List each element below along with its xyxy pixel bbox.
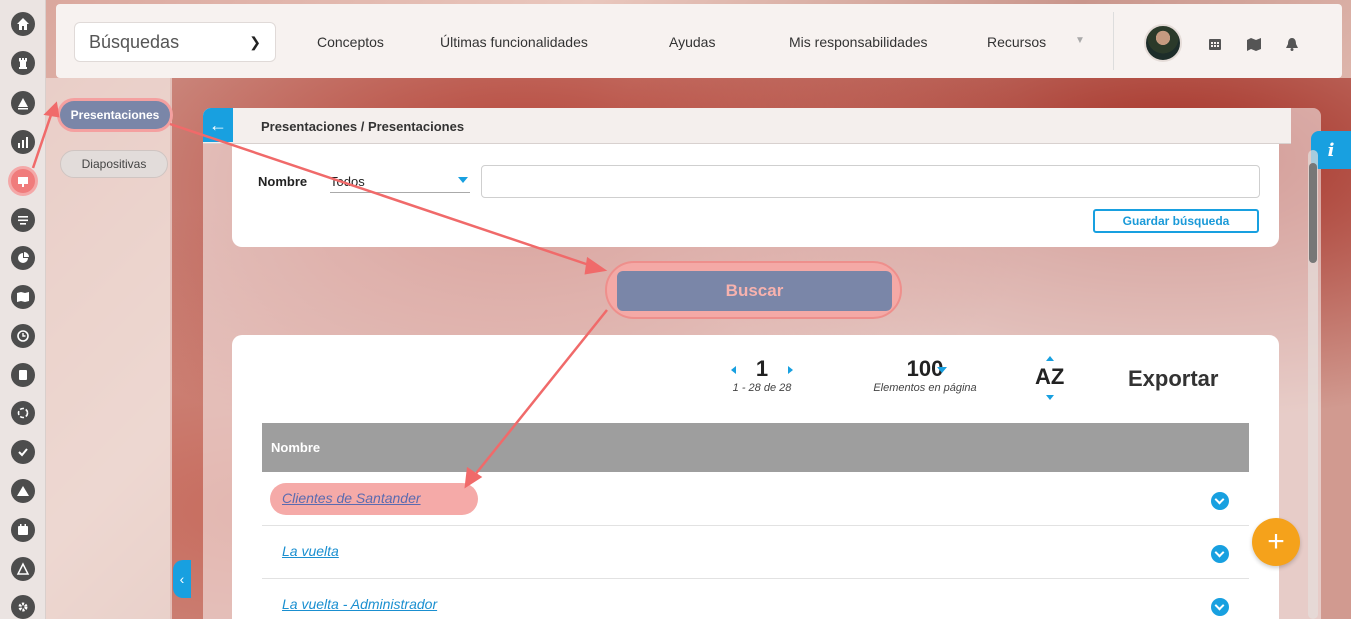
filter-select[interactable]: Todos [330, 171, 470, 193]
per-page-select[interactable]: 100 Elementos en página [855, 356, 995, 394]
sort-button[interactable]: AZ [1035, 364, 1064, 390]
info-icon: i [1327, 139, 1335, 161]
caret-down-icon [937, 367, 947, 373]
chevron-left-icon: ‹ [179, 571, 185, 587]
current-page: 1 [755, 356, 769, 381]
nav-recursos[interactable]: Recursos [987, 34, 1046, 50]
map-icon[interactable] [1246, 37, 1262, 51]
document-icon[interactable] [11, 363, 35, 387]
nav-conceptos[interactable]: Conceptos [317, 34, 384, 50]
left-rail [0, 0, 46, 619]
page-range: 1 - 28 de 28 [732, 382, 792, 394]
filter-select-value: Todos [330, 174, 365, 189]
filter-lines-icon[interactable] [11, 208, 35, 232]
map-icon[interactable] [11, 285, 35, 309]
clock-icon[interactable] [11, 324, 35, 348]
arrow-left-icon: ← [209, 114, 227, 135]
name-search-input[interactable] [481, 165, 1260, 198]
search-button[interactable]: Buscar [617, 271, 892, 311]
per-page-label: Elementos en página [873, 382, 977, 394]
row-link[interactable]: La vuelta - Administrador [282, 596, 437, 612]
submenu-item-diapositivas[interactable]: Diapositivas [60, 150, 168, 178]
home-icon[interactable] [11, 12, 35, 36]
gear-icon[interactable] [11, 595, 35, 619]
avatar[interactable] [1144, 24, 1182, 62]
sort-asc-icon[interactable] [1046, 356, 1054, 361]
back-button[interactable]: ← [203, 108, 233, 142]
presentation-icon[interactable] [11, 169, 35, 193]
collapse-menu-button[interactable]: ‹ [173, 560, 191, 598]
scrollbar-thumb[interactable] [1309, 163, 1317, 263]
export-button[interactable]: Exportar [1128, 366, 1218, 392]
expand-chevron-icon[interactable] [1211, 492, 1229, 510]
plus-icon: + [1267, 525, 1285, 558]
search-select[interactable]: Búsquedas ❯ [74, 22, 276, 62]
chevron-down-icon: ❯ [249, 33, 261, 50]
submenu-item-presentaciones[interactable]: Presentaciones [60, 101, 170, 129]
table-row: La vuelta [262, 526, 1249, 579]
filter-label: Nombre [258, 174, 308, 189]
pie-chart-icon[interactable] [11, 246, 35, 270]
breadcrumb: Presentaciones / Presentaciones [261, 119, 465, 134]
top-bar: Búsquedas ❯ Conceptos Últimas funcionali… [56, 4, 1342, 78]
nav-ultimas-funcionalidades[interactable]: Últimas funcionalidades [440, 34, 588, 50]
add-button[interactable]: + [1252, 518, 1300, 566]
recursos-caret-icon: ▼ [1075, 35, 1085, 46]
row-link[interactable]: La vuelta [282, 543, 339, 559]
table-header: Nombre [262, 423, 1249, 472]
network-icon[interactable] [11, 557, 35, 581]
divider [1113, 12, 1114, 70]
search-select-label: Búsquedas [89, 31, 180, 52]
check-circle-icon[interactable] [11, 440, 35, 464]
warning-icon[interactable] [11, 479, 35, 503]
sort-desc-icon[interactable] [1046, 395, 1054, 400]
caret-down-icon [458, 177, 468, 183]
table-row: La vuelta - Administrador [262, 579, 1249, 619]
save-search-button[interactable]: Guardar búsqueda [1093, 209, 1259, 233]
bar-chart-icon[interactable] [11, 130, 35, 154]
chess-rook-icon[interactable] [11, 51, 35, 75]
per-page-value: 100 [906, 356, 944, 381]
calendar-icon[interactable] [1207, 37, 1223, 51]
row-link[interactable]: Clientes de Santander [282, 490, 421, 506]
bell-icon[interactable] [1284, 37, 1300, 51]
expand-chevron-icon[interactable] [1211, 598, 1229, 616]
refresh-circle-icon[interactable] [11, 401, 35, 425]
expand-chevron-icon[interactable] [1211, 545, 1229, 563]
pagination: 1 1 - 28 de 28 [722, 356, 802, 394]
calendar-icon[interactable] [11, 518, 35, 542]
nav-ayudas[interactable]: Ayudas [669, 34, 715, 50]
table-row: Clientes de Santander [262, 473, 1249, 526]
nav-mis-responsabilidades[interactable]: Mis responsabilidades [789, 34, 928, 50]
triangle-up-icon[interactable] [11, 91, 35, 115]
